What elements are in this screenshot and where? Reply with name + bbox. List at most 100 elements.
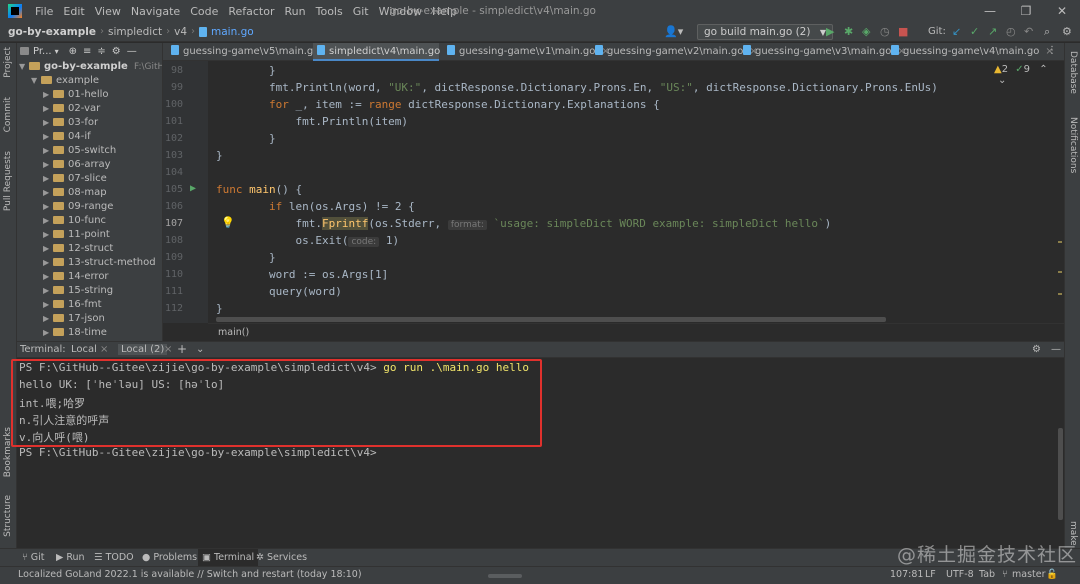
indent-setting[interactable]: Tab	[979, 569, 995, 580]
chevron-down-icon[interactable]: ▾	[55, 47, 59, 56]
menu-run[interactable]: Run	[280, 5, 311, 18]
menu-view[interactable]: View	[90, 5, 126, 18]
history-icon[interactable]: ◴	[1006, 25, 1016, 39]
terminal-tab-local-2[interactable]: Local (2)	[118, 344, 168, 355]
breadcrumb-simpledict[interactable]: simpledict	[104, 26, 166, 38]
tree-item[interactable]: ▶ 15-string	[43, 284, 113, 298]
stop-icon[interactable]: ■	[898, 25, 908, 39]
profile-icon[interactable]: ◷	[880, 25, 890, 39]
tab-list-icon[interactable]: ⋮	[1047, 45, 1057, 56]
coverage-icon[interactable]: ◈	[862, 25, 870, 39]
file-encoding[interactable]: UTF-8	[946, 569, 974, 580]
project-tool-button[interactable]: Project	[3, 47, 13, 78]
tree-item[interactable]: ▶ 09-range	[43, 200, 113, 214]
editor-horizontal-scrollbar[interactable]	[216, 317, 886, 322]
rollback-icon[interactable]: ↶	[1024, 25, 1033, 39]
line-separator[interactable]: LF	[925, 569, 936, 580]
debug-icon[interactable]: ✱	[844, 25, 853, 39]
structure-tool-button[interactable]: Structure	[3, 495, 13, 537]
minimize-icon[interactable]: —	[972, 0, 1008, 22]
run-icon[interactable]: ▶	[826, 25, 834, 39]
tree-item[interactable]: ▶ 04-if	[43, 130, 91, 144]
inspection-widget[interactable]: ▲2 ✓9 ⌃ ⌄	[994, 64, 1056, 86]
user-icon[interactable]: 👤▾	[664, 25, 683, 39]
menu-code[interactable]: Code	[185, 5, 223, 18]
run-tool-button[interactable]: ▶ Run	[52, 549, 89, 567]
tree-item[interactable]: ▶ 05-switch	[43, 144, 116, 158]
tab-guessing-game-v5[interactable]: guessing-game\v5\main.go×	[167, 43, 334, 61]
tree-item[interactable]: ▶ 08-map	[43, 186, 107, 200]
pull-requests-tool-button[interactable]: Pull Requests	[3, 151, 13, 211]
tab-guessing-game-v4[interactable]: guessing-game\v4\main.go ×	[887, 43, 1054, 61]
lock-icon[interactable]: 🔓	[1046, 569, 1058, 580]
menu-git[interactable]: Git	[348, 5, 374, 18]
run-gutter-icon[interactable]: ▶	[190, 183, 196, 194]
search-icon[interactable]: ⌕	[1044, 25, 1050, 39]
tree-root[interactable]: ▼ go-by-example F:\GitHub...	[19, 60, 162, 74]
tree-item[interactable]: ▶ 17-json	[43, 312, 105, 326]
tree-item[interactable]: ▶ 16-fmt	[43, 298, 102, 312]
gear-icon[interactable]: ⚙	[112, 46, 121, 57]
tree-item[interactable]: ▶ 12-struct	[43, 242, 113, 256]
tab-guessing-game-v1[interactable]: guessing-game\v1\main.go ×	[443, 43, 610, 61]
tree-item[interactable]: ▶ 02-var	[43, 102, 100, 116]
chevron-up-icon[interactable]: ⌃	[1039, 64, 1047, 75]
git-commit-icon[interactable]: ✓	[970, 25, 979, 39]
collapse-icon[interactable]: ≡	[83, 46, 91, 57]
todo-tool-button[interactable]: ☰ TODO	[90, 549, 138, 567]
chevron-down-icon[interactable]: ⌄	[998, 75, 1006, 86]
add-terminal-icon[interactable]: +	[177, 342, 187, 356]
function-breadcrumb[interactable]: main()	[218, 327, 249, 338]
menu-tools[interactable]: Tools	[311, 5, 348, 18]
close-icon[interactable]: ×	[164, 344, 172, 355]
hide-icon[interactable]: —	[127, 46, 137, 57]
breadcrumb-main-go[interactable]: main.go	[211, 26, 258, 38]
globe-icon[interactable]: ⊕	[69, 46, 77, 57]
run-configuration-select[interactable]: go build main.go (2) ▼	[697, 24, 833, 40]
close-icon[interactable]: ✕	[1044, 0, 1080, 22]
settings-icon[interactable]: ⚙	[1062, 25, 1072, 39]
menu-navigate[interactable]: Navigate	[126, 5, 185, 18]
services-tool-button[interactable]: ✲ Services	[252, 549, 311, 567]
intention-bulb-icon[interactable]: 💡	[221, 216, 235, 229]
tree-item[interactable]: ▶ 06-array	[43, 158, 111, 172]
database-tool-button[interactable]: Database	[1068, 51, 1078, 94]
problems-tool-button[interactable]: ● Problems	[138, 549, 201, 567]
git-branch[interactable]: master	[1012, 569, 1046, 580]
commit-tool-button[interactable]: Commit	[3, 97, 13, 132]
tree-item[interactable]: ▶ 14-error	[43, 270, 109, 284]
project-panel-title[interactable]: Pr...	[33, 46, 52, 57]
git-update-icon[interactable]: ↙	[952, 25, 961, 39]
tab-simpledict-v4[interactable]: simpledict\v4\main.go×	[313, 43, 455, 61]
menu-edit[interactable]: Edit	[58, 5, 89, 18]
code-editor[interactable]: ▲2 ✓9 ⌃ ⌄ } fmt.Println(word, "UK:", dic…	[208, 61, 1056, 323]
tree-item[interactable]: ▶ 10-func	[43, 214, 106, 228]
close-icon[interactable]: ×	[100, 344, 108, 355]
breadcrumb-v4[interactable]: v4	[170, 26, 191, 38]
tab-guessing-game-v3[interactable]: guessing-game\v3\main.go ×	[739, 43, 906, 61]
tree-item[interactable]: ▶ 13-struct-method	[43, 256, 156, 270]
breadcrumb-project[interactable]: go-by-example	[0, 26, 100, 38]
restore-icon[interactable]: ❐	[1008, 0, 1044, 22]
tab-guessing-game-v2[interactable]: guessing-game\v2\main.go ×	[591, 43, 758, 61]
tree-item[interactable]: ▶ 18-time	[43, 326, 107, 340]
menu-file[interactable]: File	[30, 5, 58, 18]
tree-item[interactable]: ▶ 03-for	[43, 116, 98, 130]
menu-refactor[interactable]: Refactor	[223, 5, 279, 18]
tree-item[interactable]: ▶ 01-hello	[43, 88, 109, 102]
tree-item[interactable]: ▶ 07-slice	[43, 172, 107, 186]
caret-position[interactable]: 107:81	[890, 569, 923, 580]
hide-icon[interactable]: —	[1051, 344, 1061, 355]
editor-vertical-scrollbar[interactable]	[1056, 61, 1064, 323]
gear-icon[interactable]: ⚙	[1032, 344, 1041, 355]
chevron-down-icon[interactable]: ⌄	[196, 344, 204, 355]
terminal-tab-local[interactable]: Local	[71, 344, 97, 355]
notifications-tool-button[interactable]: Notifications	[1068, 117, 1078, 173]
tree-item[interactable]: ▶ 11-point	[43, 228, 110, 242]
terminal-scrollbar[interactable]	[1058, 428, 1063, 520]
git-push-icon[interactable]: ↗	[988, 25, 997, 39]
terminal-tool-button[interactable]: ▣ Terminal	[198, 549, 259, 567]
git-tool-button[interactable]: ⑂ Git	[18, 549, 48, 567]
status-message[interactable]: Localized GoLand 2022.1 is available // …	[18, 569, 362, 580]
tree-folder-example[interactable]: ▼ example	[31, 74, 99, 88]
